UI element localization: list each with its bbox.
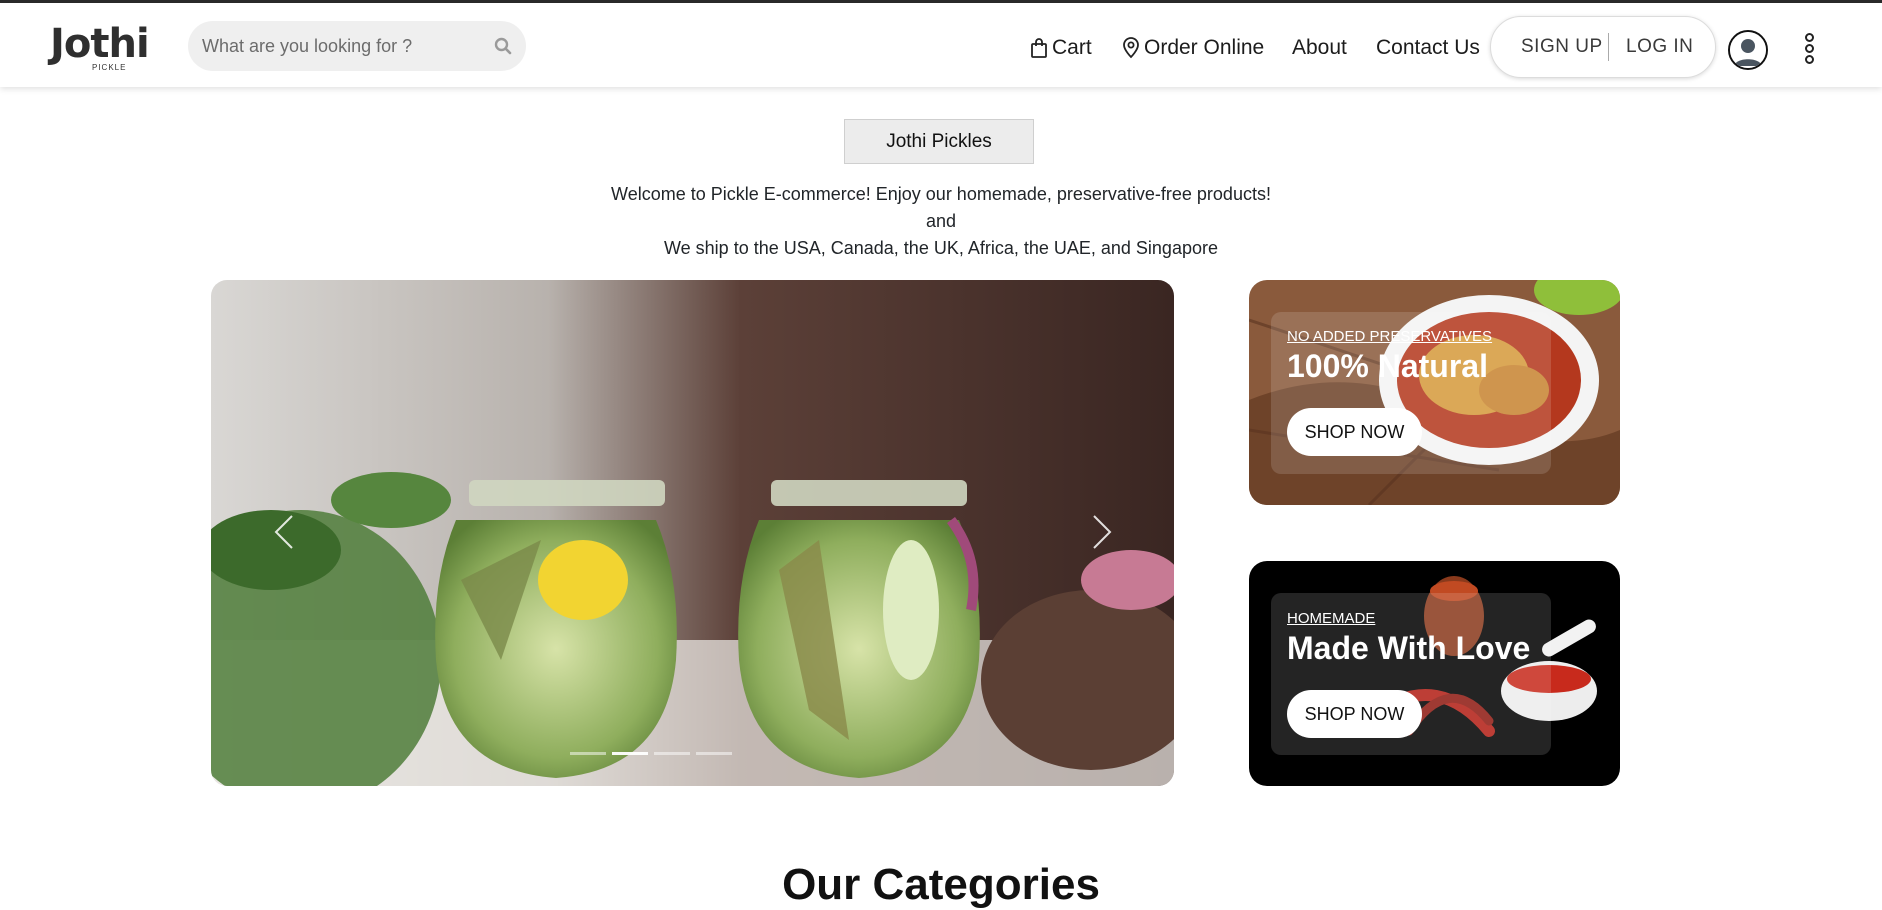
nav-order-online[interactable]: Order Online: [1122, 36, 1264, 60]
logo[interactable]: Jothi PICKLE: [44, 21, 174, 73]
brand-button[interactable]: Jothi Pickles: [844, 119, 1034, 164]
promo-love: HOMEMADE Made With Love SHOP NOW: [1249, 561, 1620, 786]
login-button[interactable]: LOG IN: [1626, 36, 1693, 58]
carousel-next-icon[interactable]: [1086, 512, 1116, 552]
location-pin-icon: [1123, 37, 1139, 59]
nav-contact-label: Contact Us: [1376, 36, 1480, 59]
user-avatar-icon[interactable]: [1728, 30, 1768, 70]
welcome-line-1: Welcome to Pickle E-commerce! Enjoy our …: [611, 184, 1271, 204]
search-bar: [188, 21, 526, 71]
promo-love-tag[interactable]: HOMEMADE: [1287, 610, 1375, 627]
auth-group: SIGN UP LOG IN: [1490, 16, 1716, 78]
carousel-slide-image: [211, 280, 1174, 786]
more-options-icon[interactable]: [1800, 33, 1818, 67]
promo-love-shop-button[interactable]: SHOP NOW: [1287, 690, 1422, 738]
signup-button[interactable]: SIGN UP: [1521, 36, 1603, 58]
site-header: Jothi PICKLE Cart Order Online About C: [0, 3, 1882, 87]
carousel-indicator[interactable]: [696, 752, 732, 755]
carousel-indicator[interactable]: [654, 752, 690, 755]
nav-contact[interactable]: Contact Us: [1376, 36, 1480, 60]
logo-text: Jothi: [50, 21, 150, 67]
nav-about[interactable]: About: [1292, 36, 1347, 60]
promo-natural-tag[interactable]: NO ADDED PRESERVATIVES: [1287, 328, 1492, 345]
welcome-line-3: We ship to the USA, Canada, the UK, Afri…: [664, 238, 1218, 258]
section-title: Our Categories: [782, 860, 1100, 909]
carousel-indicator[interactable]: [570, 752, 606, 755]
auth-divider: [1608, 33, 1609, 61]
carousel-prev-icon[interactable]: [270, 512, 300, 552]
promo-love-title: Made With Love: [1287, 630, 1531, 666]
nav-cart[interactable]: Cart: [1030, 36, 1092, 60]
carousel-indicators: [570, 752, 732, 755]
logo-subtext: PICKLE: [92, 63, 127, 72]
carousel-indicator[interactable]: [612, 752, 648, 755]
nav-cart-label: Cart: [1052, 36, 1092, 59]
shopping-bag-icon: [1031, 38, 1047, 58]
nav-about-label: About: [1292, 36, 1347, 59]
search-input[interactable]: [202, 34, 472, 58]
promo-natural-shop-button[interactable]: SHOP NOW: [1287, 408, 1422, 456]
nav-order-online-label: Order Online: [1144, 36, 1265, 59]
promo-natural-title: 100% Natural: [1287, 348, 1488, 384]
hero-carousel[interactable]: [211, 280, 1174, 786]
welcome-line-2: and: [925, 211, 957, 231]
search-icon[interactable]: [494, 37, 512, 55]
promo-natural: NO ADDED PRESERVATIVES 100% Natural SHOP…: [1249, 280, 1620, 505]
